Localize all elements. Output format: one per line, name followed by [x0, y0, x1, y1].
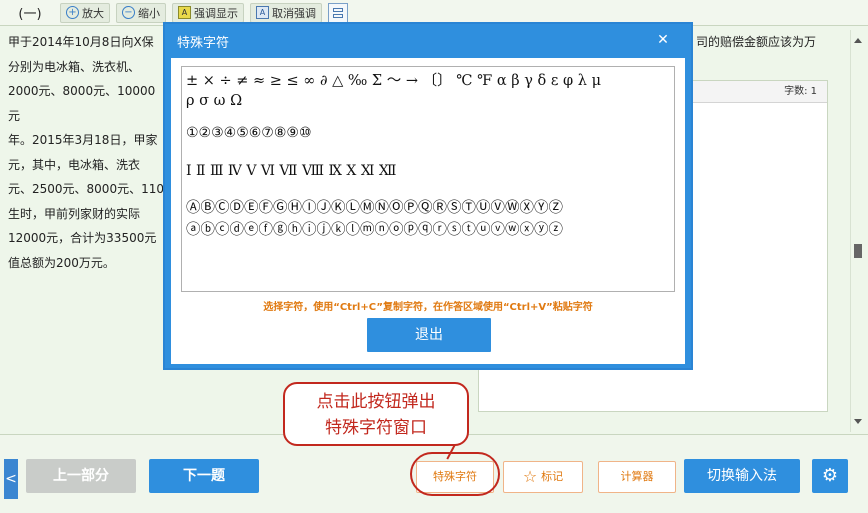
char-row-symbols[interactable]: ± × ÷ ≠ ≈ ≥ ≤ ∞ ∂ △ ‰ Σ 〜 → 〔〕 ℃ ℉ α β γ…: [186, 71, 670, 91]
zoom-in-icon: +: [66, 6, 79, 19]
prev-section-button[interactable]: 上一部分: [26, 459, 136, 493]
mark-label: 标记: [541, 470, 564, 483]
scroll-down-icon[interactable]: [854, 419, 862, 424]
mark-button[interactable]: ☆ 标记: [503, 461, 583, 493]
calculator-button[interactable]: 计算器: [598, 461, 676, 493]
scroll-up-icon[interactable]: [854, 38, 862, 43]
zoom-in-label: 放大: [82, 6, 104, 20]
question-text: 甲于2014年10月8日向X保 分别为电冰箱、洗衣机、 2000元、8000元、…: [8, 30, 166, 275]
char-grid[interactable]: ± × ÷ ≠ ≈ ≥ ≤ ∞ ∂ △ ‰ Σ 〜 → 〔〕 ℃ ℉ α β γ…: [181, 66, 675, 292]
collapse-panel-icon[interactable]: <: [4, 459, 18, 499]
close-icon[interactable]: ✕: [655, 32, 671, 48]
highlight-button[interactable]: A 强调显示: [172, 2, 244, 23]
copy-hint: 选择字符，使用“Ctrl+C”复制字符，在作答区域使用“Ctrl+V”粘贴字符: [263, 302, 593, 313]
exit-button[interactable]: 退出: [367, 318, 491, 352]
highlight-icon: A: [178, 6, 191, 19]
char-row-circled-lower[interactable]: ⓐⓑⓒⓓⓔⓕⓖⓗⓘⓙⓚⓛⓜⓝⓞⓟⓠⓡⓢⓣⓤⓥⓦⓧⓨⓩ: [186, 219, 670, 241]
scrollbar[interactable]: [850, 30, 864, 432]
question-line: 生时，甲前列家财的实际: [8, 206, 141, 221]
question-line: 元，其中，电冰箱、洗衣: [8, 157, 141, 172]
char-row-circled-numbers[interactable]: ①②③④⑤⑥⑦⑧⑨⑩: [186, 123, 670, 143]
callout-line-2: 特殊字符窗口: [325, 418, 427, 438]
char-row-greek[interactable]: ρ σ ω Ω: [186, 91, 670, 111]
zoom-out-label: 缩小: [138, 6, 160, 20]
question-line: 值总额为200万元。: [8, 255, 115, 270]
question-line: 甲于2014年10月8日向X保: [8, 35, 154, 49]
zoom-out-icon: −: [122, 6, 135, 19]
question-text-right: 司的赔偿金额应该为万: [696, 30, 836, 55]
question-line: 2000元、8000元、10000元: [8, 84, 156, 123]
cancel-highlight-icon: A: [256, 6, 269, 19]
dialog-body: ± × ÷ ≠ ≈ ≥ ≤ ∞ ∂ △ ‰ Σ 〜 → 〔〕 ℃ ℉ α β γ…: [171, 58, 685, 364]
callout-line-1: 点击此按钮弹出: [316, 392, 436, 412]
zoom-out-button[interactable]: − 缩小: [116, 2, 166, 23]
highlight-label: 强调显示: [194, 6, 238, 20]
question-line: 12000元，合计为33500元: [8, 231, 157, 245]
star-icon: ☆: [522, 467, 538, 486]
question-line: 司的赔偿金额应该为万: [696, 35, 817, 49]
highlight-ring: [410, 452, 500, 496]
special-char-dialog: 特殊字符 ✕ ± × ÷ ≠ ≈ ≥ ≤ ∞ ∂ △ ‰ Σ 〜 → 〔〕 ℃ …: [163, 22, 693, 370]
scroll-thumb[interactable]: [854, 244, 862, 258]
next-question-button[interactable]: 下一题: [149, 459, 259, 493]
section-label: (一): [18, 7, 42, 22]
cancel-highlight-label: 取消强调: [272, 6, 316, 20]
char-row-circled-upper[interactable]: ⒶⒷⒸⒹⒺⒻⒼⒽⒾⒿⓀⓁⓂⓃⓄⓅⓆⓇⓈⓉⓊⓋⓌⓍⓎⓏ: [186, 197, 670, 219]
callout-annotation: 点击此按钮弹出 特殊字符窗口: [283, 382, 469, 446]
switch-input-button[interactable]: 切换输入法: [684, 459, 800, 493]
question-line: 分别为电冰箱、洗衣机、: [8, 59, 141, 74]
question-line: 元、2500元、8000元、110: [8, 182, 164, 196]
question-line: 年。2015年3月18日，甲家: [8, 133, 158, 147]
zoom-in-button[interactable]: + 放大: [60, 2, 110, 23]
cancel-highlight-button[interactable]: A 取消强调: [250, 2, 322, 23]
gear-icon[interactable]: ⚙: [812, 459, 848, 493]
dialog-title: 特殊字符: [177, 36, 230, 51]
char-row-roman-numerals[interactable]: Ⅰ Ⅱ Ⅲ Ⅳ Ⅴ Ⅵ Ⅶ Ⅷ Ⅸ Ⅹ Ⅺ Ⅻ: [186, 161, 670, 181]
layout-toggle-icon[interactable]: [328, 2, 348, 23]
